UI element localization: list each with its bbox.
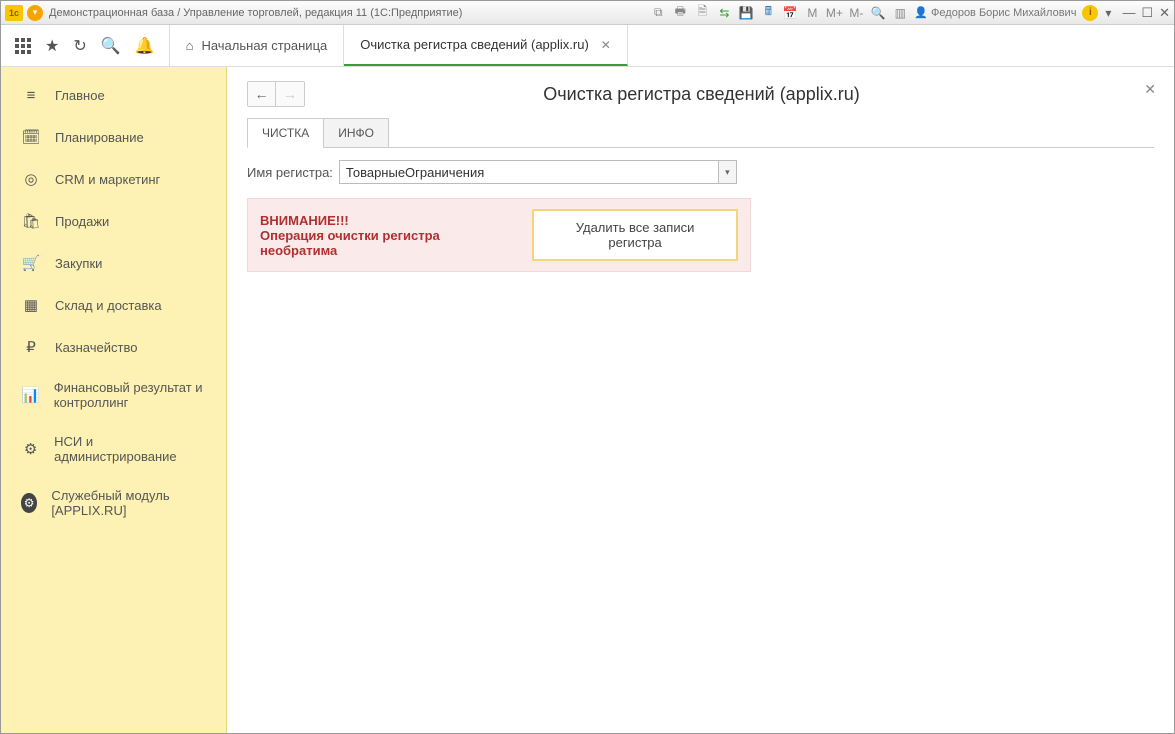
page-close-icon[interactable]: ✕ [1144,81,1156,98]
user-icon: 👤 [914,6,928,19]
register-label: Имя регистра: [247,165,333,180]
minimize-icon[interactable]: — [1122,5,1135,21]
app-logo-icon: 1c [5,5,23,21]
tab-close-icon[interactable]: ✕ [601,38,611,52]
print-preview-icon[interactable]: ⧉ [650,5,666,21]
sidebar-item-label: НСИ и администрирование [54,434,212,464]
sidebar-item-nsi[interactable]: ⚙ НСИ и администрирование [1,422,226,476]
titlebar: 1c ▾ Демонстрационная база / Управление … [1,1,1174,25]
mem-m[interactable]: M [804,5,820,21]
menu-icon: ≡ [21,87,41,104]
page-title: Очистка регистра сведений (applix.ru) [249,84,1154,105]
close-window-icon[interactable]: ✕ [1159,5,1170,21]
delete-all-button[interactable]: Удалить все записи регистра [532,209,738,261]
user-block[interactable]: 👤 Федоров Борис Михайлович [914,6,1076,19]
window-controls: — ☐ ✕ [1122,5,1170,21]
sidebar-item-main[interactable]: ≡ Главное [1,75,226,116]
warning-text: Операция очистки регистра необратима [260,228,518,258]
toolbar-left: ★ ↻ 🔍 🔔 [1,25,170,66]
compare-icon[interactable]: ⇆ [716,5,732,21]
warning-panel: ВНИМАНИЕ!!! Операция очистки регистра не… [247,198,751,272]
zoom-icon[interactable]: 🔍 [870,5,886,21]
sidebar-item-finance[interactable]: 📊 Финансовый результат и контроллинг [1,368,226,422]
sidebar-item-planning[interactable]: 🗓 Планирование [1,116,226,158]
titlebar-tools: ⧉ 🖶 🗎 ⇆ 💾 🖩 📅 M M+ M- 🔍 ▥ [650,5,908,21]
gear-icon: ⚙ [21,440,40,458]
apps-grid-icon[interactable] [15,38,31,54]
body: ≡Главное 🗓Планирование ◎CRM и маркетинг … [1,67,1174,733]
cart-icon: 🛒 [21,254,41,272]
calendar-icon[interactable]: 📅 [782,5,798,21]
info-icon[interactable]: i [1082,5,1098,21]
form-area: Имя регистра: ТоварныеОграничения ▾ ВНИМ… [247,147,1154,272]
sidebar-item-label: Служебный модуль [APPLIX.RU] [51,488,212,518]
sidebar-item-treasury[interactable]: ₽ Казначейство [1,326,226,368]
app-menu-dropdown[interactable]: ▾ [27,5,43,21]
mem-mminus[interactable]: M- [848,5,864,21]
tab-home[interactable]: ⌂ Начальная страница [170,25,345,66]
bell-icon[interactable]: 🔔 [135,36,155,56]
warning-text-block: ВНИМАНИЕ!!! Операция очистки регистра не… [260,213,518,258]
sidebar-item-label: Казначейство [55,340,137,355]
document-icon[interactable]: 🗎 [694,5,710,21]
sidebar-item-purchases[interactable]: 🛒 Закупки [1,242,226,284]
sidebar-item-label: CRM и маркетинг [55,172,160,187]
sidebar-item-label: Склад и доставка [55,298,162,313]
chart-icon: 📊 [21,386,40,404]
warning-title: ВНИМАНИЕ!!! [260,213,518,228]
main-area: ← → Очистка регистра сведений (applix.ru… [227,67,1174,733]
panel-icon[interactable]: ▥ [892,5,908,21]
register-select[interactable]: ТоварныеОграничения ▾ [339,160,737,184]
sidebar-item-label: Продажи [55,214,109,229]
user-name: Федоров Борис Михайлович [931,7,1076,19]
mem-mplus[interactable]: M+ [826,5,842,21]
planning-icon: 🗓 [21,128,41,146]
sidebar-item-label: Финансовый результат и контроллинг [54,380,212,410]
sidebar-item-label: Планирование [55,130,144,145]
print-icon[interactable]: 🖶 [672,5,688,21]
main-toolbar: ★ ↻ 🔍 🔔 ⌂ Начальная страница Очистка рег… [1,25,1174,67]
sidebar: ≡Главное 🗓Планирование ◎CRM и маркетинг … [1,67,227,733]
save-icon[interactable]: 💾 [738,5,754,21]
sidebar-item-label: Главное [55,88,105,103]
bag-icon: 🛍 [21,212,41,230]
window-title: Демонстрационная база / Управление торго… [49,7,462,19]
search-icon[interactable]: 🔍 [101,36,121,56]
info-dropdown-icon[interactable]: ▾ [1100,5,1116,21]
maximize-icon[interactable]: ☐ [1141,5,1153,21]
select-dropdown-icon[interactable]: ▾ [718,161,736,183]
app-window: 1c ▾ Демонстрационная база / Управление … [0,0,1175,734]
page-tabs: ЧИСТКА ИНФО [227,117,1174,147]
register-row: Имя регистра: ТоварныеОграничения ▾ [247,160,1154,184]
register-value: ТоварныеОграничения [340,165,718,180]
sidebar-item-sales[interactable]: 🛍 Продажи [1,200,226,242]
tab-active-label: Очистка регистра сведений (applix.ru) [360,37,589,52]
boxes-icon: ▦ [21,296,41,314]
ruble-icon: ₽ [21,338,41,356]
tab-active[interactable]: Очистка регистра сведений (applix.ru) ✕ [344,25,628,66]
page-header: ← → Очистка регистра сведений (applix.ru… [227,67,1174,117]
calculator-icon[interactable]: 🖩 [760,5,776,21]
tab-home-label: Начальная страница [201,38,327,53]
sidebar-item-applix[interactable]: ⚙ Служебный модуль [APPLIX.RU] [1,476,226,530]
target-icon: ◎ [21,170,41,188]
home-icon: ⌂ [186,38,194,53]
ptab-clean[interactable]: ЧИСТКА [247,118,324,148]
history-icon[interactable]: ↻ [73,36,86,56]
sidebar-item-warehouse[interactable]: ▦ Склад и доставка [1,284,226,326]
ptab-info[interactable]: ИНФО [323,118,389,148]
sidebar-item-crm[interactable]: ◎ CRM и маркетинг [1,158,226,200]
sidebar-item-label: Закупки [55,256,102,271]
star-icon[interactable]: ★ [45,36,59,56]
module-icon: ⚙ [21,493,37,513]
